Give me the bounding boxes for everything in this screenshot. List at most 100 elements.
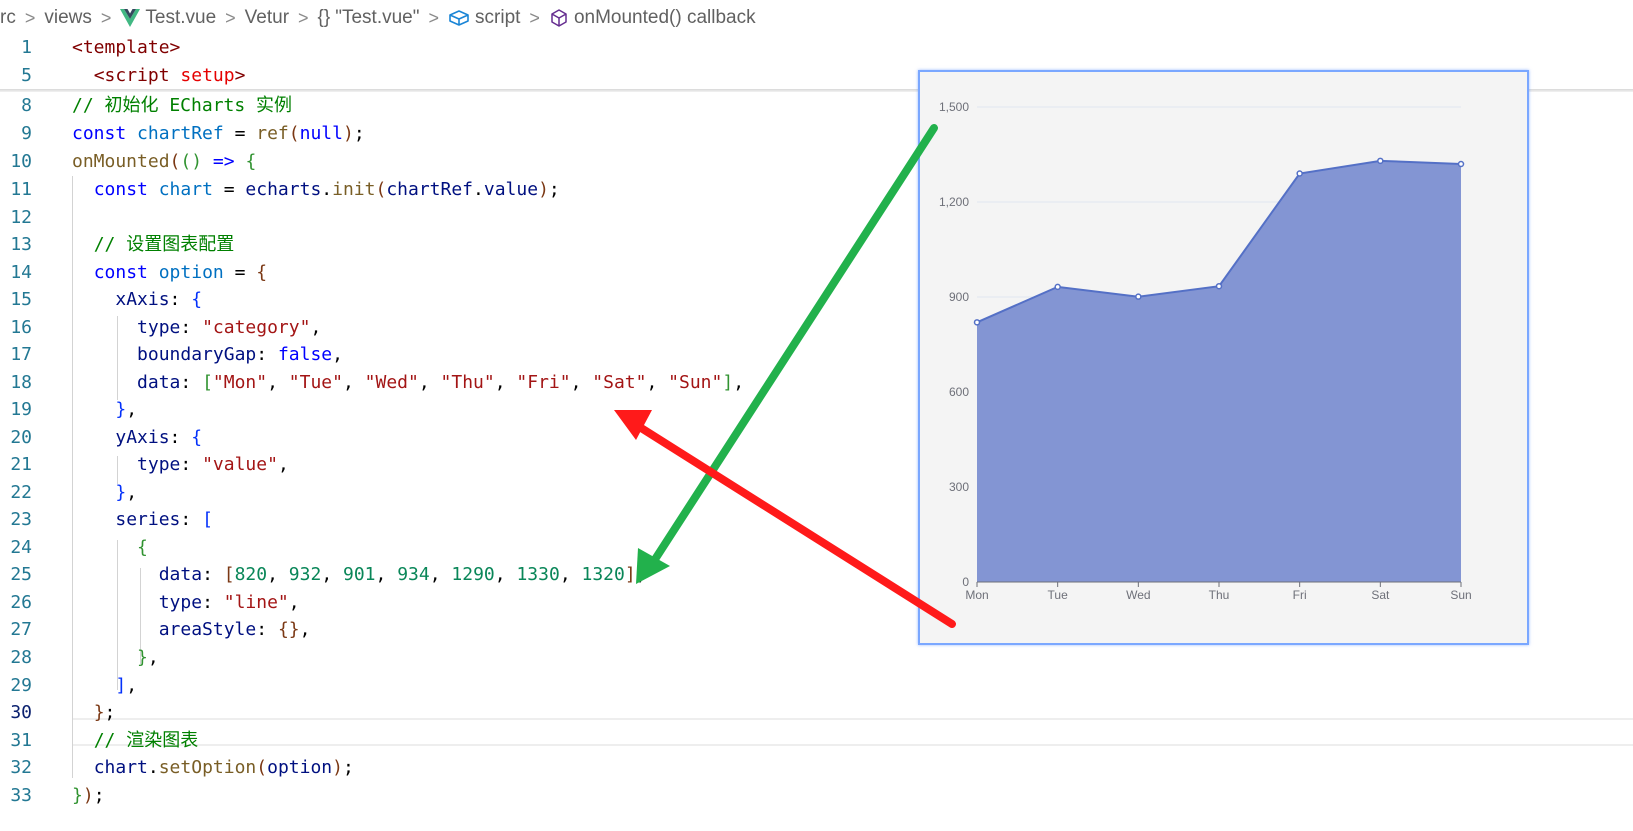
code-line[interactable]: 28 }, <box>0 644 1633 672</box>
braces-icon: {} <box>317 7 331 28</box>
x-tick-label: Thu <box>1209 588 1230 602</box>
code-text: type: "category", <box>137 317 322 338</box>
code-line[interactable]: 32 chart.setOption(option); <box>0 754 1633 782</box>
line-number: 32 <box>10 757 32 778</box>
code-text: }); <box>72 785 105 806</box>
line-number: 11 <box>10 179 32 200</box>
breadcrumb-script[interactable]: script <box>448 7 520 29</box>
chevron-right-icon: > <box>298 7 309 28</box>
x-tick-label: Mon <box>965 588 988 602</box>
code-text: }, <box>137 647 159 668</box>
line-number: 5 <box>21 65 32 86</box>
line-number: 25 <box>10 564 32 585</box>
chevron-right-icon: > <box>24 7 36 28</box>
chevron-right-icon: > <box>529 7 540 28</box>
chevron-right-icon: > <box>100 7 112 28</box>
breadcrumb-vetur[interactable]: Vetur <box>245 7 289 29</box>
y-tick-label: 300 <box>949 480 969 494</box>
code-text: type: "line", <box>158 592 300 613</box>
code-line[interactable]: 33}); <box>0 782 1633 810</box>
data-point <box>1457 160 1465 168</box>
code-text: chart.setOption(option); <box>93 757 354 778</box>
data-point <box>1377 157 1384 165</box>
code-text: const chart = echarts.init(chartRef.valu… <box>93 179 560 200</box>
data-point <box>1054 283 1061 291</box>
chevron-right-icon: > <box>428 7 440 28</box>
line-number: 10 <box>10 151 32 172</box>
line-number: 15 <box>10 289 32 310</box>
line-number: 27 <box>10 619 32 640</box>
code-text: }; <box>93 702 116 723</box>
data-point <box>973 319 981 326</box>
line-number: 14 <box>10 262 32 283</box>
line-number: 30 <box>10 702 32 723</box>
code-text: series: [ <box>115 509 213 530</box>
line-number: 28 <box>10 647 32 668</box>
code-text: data: [820, 932, 901, 934, 1290, 1330, 1… <box>158 564 647 585</box>
code-text: type: "value", <box>137 454 289 475</box>
breadcrumb-onmounted[interactable]: onMounted() callback <box>549 7 756 29</box>
line-number: 13 <box>10 234 32 255</box>
code-line[interactable]: 31 // 渲染图表 <box>0 727 1633 755</box>
code-text: { <box>137 537 148 558</box>
code-text: xAxis: { <box>115 289 203 310</box>
data-point <box>1296 170 1303 177</box>
x-tick-label: Sat <box>1371 588 1390 602</box>
breadcrumb-test-vue[interactable]: Test.vue <box>120 7 216 29</box>
code-text: }, <box>115 482 138 503</box>
line-number: 26 <box>10 592 32 613</box>
code-text: const chartRef = ref(null); <box>72 123 365 144</box>
line-number: 9 <box>21 123 32 144</box>
module-icon <box>448 9 470 27</box>
y-tick-label: 900 <box>949 290 969 304</box>
line-number: 33 <box>10 785 32 806</box>
code-text: ], <box>115 675 138 696</box>
x-tick-label: Tue <box>1048 588 1069 602</box>
breadcrumb-src[interactable]: rc <box>0 7 16 29</box>
y-tick-label: 1,500 <box>939 100 969 114</box>
line-number: 24 <box>10 537 32 558</box>
line-number: 22 <box>10 482 32 503</box>
y-tick-label: 600 <box>949 385 969 399</box>
line-number: 21 <box>10 454 32 475</box>
line-number: 29 <box>10 675 32 696</box>
x-tick-label: Sun <box>1450 588 1471 602</box>
line-number: 8 <box>21 95 32 116</box>
x-tick-label: Fri <box>1293 588 1307 602</box>
area-fill <box>977 160 1461 582</box>
area-chart: 0 300 600 900 1,200 1,500 Mon Tue Wed Thu Fri Sat Su… <box>939 100 1472 602</box>
code-text: yAxis: { <box>115 427 203 448</box>
code-text: // 渲染图表 <box>93 730 199 751</box>
line-number: 17 <box>10 344 32 365</box>
data-point <box>1135 293 1142 300</box>
method-cube-icon <box>549 8 569 28</box>
code-line[interactable]: 29 ], <box>0 672 1633 700</box>
line-number: 31 <box>10 730 32 751</box>
vue-file-icon <box>120 9 141 27</box>
chart-preview-panel: 0 300 600 900 1,200 1,500 Mon Tue Wed Thu Fri Sat Su… <box>918 70 1529 645</box>
code-text: // 初始化 ECharts 实例 <box>72 95 293 116</box>
line-number: 1 <box>21 37 32 58</box>
code-text: onMounted(() => { <box>72 151 257 172</box>
x-tick-label: Wed <box>1126 588 1150 602</box>
line-number: 12 <box>10 207 32 228</box>
line-number: 20 <box>10 427 32 448</box>
line-number: 16 <box>10 317 32 338</box>
code-text: boundaryGap: false, <box>137 344 343 365</box>
code-text: <template> <box>72 37 181 58</box>
breadcrumb-test-vue-module[interactable]: {} "Test.vue" <box>318 7 420 29</box>
y-tick-label: 1,200 <box>939 195 969 209</box>
code-text: const option = { <box>93 262 268 283</box>
code-text: // 设置图表配置 <box>93 234 235 255</box>
chevron-right-icon: > <box>225 7 236 28</box>
breadcrumb-views[interactable]: views <box>44 7 92 29</box>
code-text: }, <box>115 399 138 420</box>
line-number: 18 <box>10 372 32 393</box>
line-number: 19 <box>10 399 32 420</box>
data-point <box>1215 282 1223 290</box>
code-line[interactable]: 30 }; <box>0 699 1633 727</box>
code-text: areaStyle: {}, <box>158 619 311 640</box>
line-number: 23 <box>10 509 32 530</box>
code-text: <script setup> <box>93 65 246 86</box>
code-line[interactable]: 1 <template> <box>0 34 1633 62</box>
